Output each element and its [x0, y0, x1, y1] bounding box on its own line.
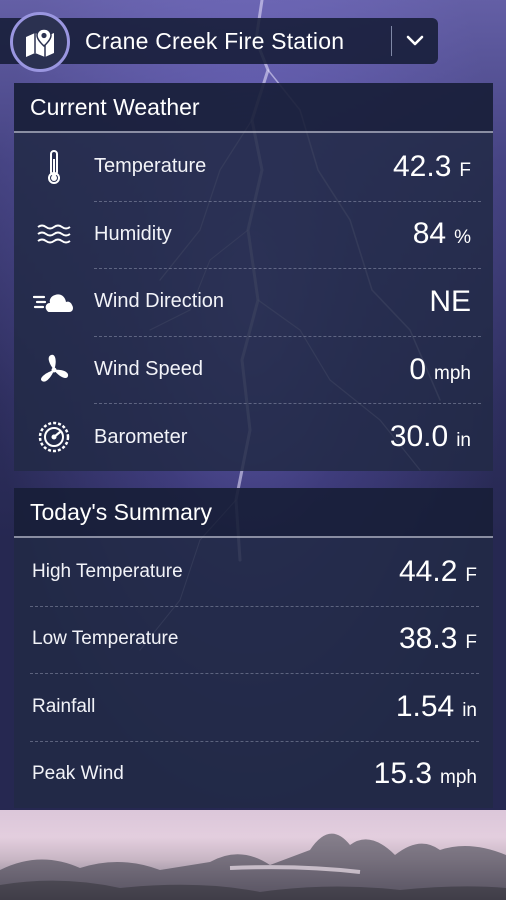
row-label: Barometer — [94, 425, 188, 448]
row-value: 44.2 F — [399, 554, 477, 588]
chevron-down-icon — [406, 35, 424, 46]
station-name[interactable]: Crane Creek Fire Station — [85, 18, 344, 64]
row-value: 15.3 mph — [373, 757, 477, 791]
current-weather-title: Current Weather — [14, 83, 493, 133]
station-dropdown-button[interactable] — [398, 24, 432, 58]
current-weather-panel: Current Weather Temperature 42.3 F Humid… — [14, 83, 493, 471]
humidity-waves-icon — [14, 223, 94, 245]
peak-wind-row: Peak Wind 15.3 mph — [14, 740, 493, 809]
thermometer-icon — [14, 149, 94, 185]
row-label: High Temperature — [32, 560, 183, 582]
row-value: 84% — [412, 217, 471, 251]
row-label: Rainfall — [32, 695, 96, 717]
row-label: Temperature — [94, 155, 207, 178]
rainfall-row: Rainfall 1.54 in — [14, 673, 493, 741]
fan-icon — [14, 353, 94, 387]
row-label: Wind Direction — [94, 290, 225, 313]
row-label: Peak Wind — [32, 763, 124, 785]
row-value: 0 mph — [409, 352, 471, 386]
todays-summary-title: Today's Summary — [14, 488, 493, 538]
row-label: Humidity — [94, 222, 172, 245]
landscape-background — [0, 810, 506, 900]
divider — [391, 26, 392, 56]
todays-summary-panel: Today's Summary High Temperature 44.2 F L… — [14, 488, 493, 808]
row-value: 38.3 F — [399, 622, 477, 656]
gauge-icon — [14, 420, 94, 454]
wind-speed-row: Wind Speed 0 mph — [14, 335, 493, 404]
low-temperature-row: Low Temperature 38.3 F — [14, 605, 493, 674]
row-value: 42.3 F — [393, 149, 471, 183]
wind-cloud-icon — [14, 288, 94, 316]
row-label: Wind Speed — [94, 358, 203, 381]
high-temperature-row: High Temperature 44.2 F — [14, 538, 493, 606]
station-logo[interactable] — [10, 12, 70, 72]
humidity-row: Humidity 84% — [14, 200, 493, 269]
row-value: NE — [429, 284, 471, 318]
wind-direction-row: Wind Direction NE — [14, 268, 493, 336]
temperature-row: Temperature 42.3 F — [14, 133, 493, 201]
map-pin-icon — [26, 28, 54, 57]
row-value: 30.0 in — [389, 420, 471, 454]
barometer-row: Barometer 30.0 in — [14, 403, 493, 471]
row-value: 1.54 in — [395, 689, 477, 723]
row-label: Low Temperature — [32, 628, 179, 650]
